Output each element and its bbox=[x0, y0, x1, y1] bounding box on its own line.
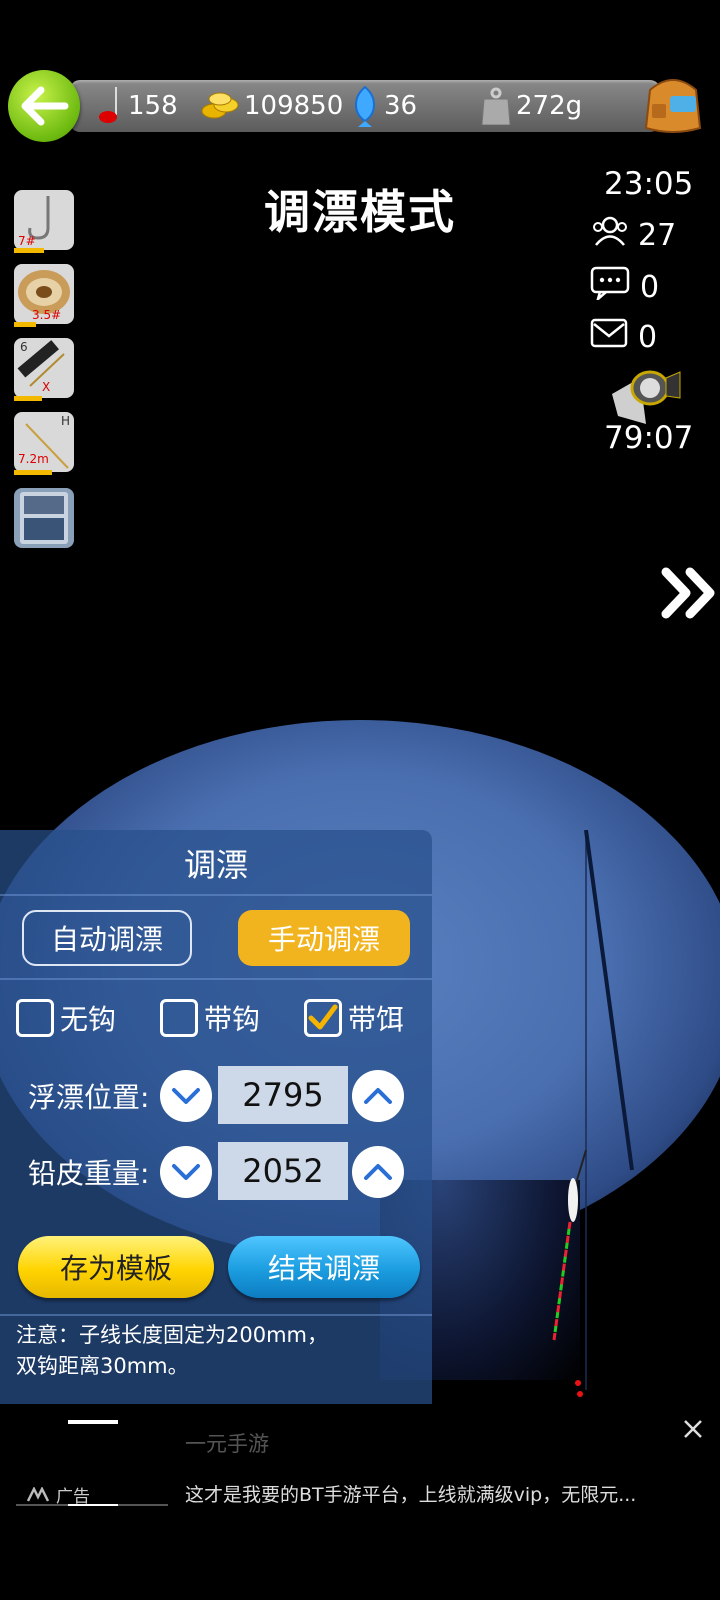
chevron-down-icon bbox=[172, 1164, 200, 1180]
option-with-bait[interactable]: 带饵 bbox=[304, 995, 404, 1041]
divider bbox=[0, 978, 432, 980]
note-line-1: 注意：子线长度固定为200mm， bbox=[16, 1323, 328, 1347]
coins-count: 109850 bbox=[244, 91, 344, 121]
hook-slot[interactable]: 7# bbox=[14, 190, 74, 250]
divider bbox=[0, 1314, 432, 1316]
ad-indicator bbox=[68, 1420, 118, 1424]
ad-close-button[interactable] bbox=[682, 1418, 704, 1444]
checkbox[interactable] bbox=[16, 999, 54, 1037]
ad-app-name: 一元手游 bbox=[185, 1432, 269, 1456]
rod-slot[interactable]: H 7.2m bbox=[14, 412, 74, 472]
note-text: 注意：子线长度固定为200mm， 双钩距离30mm。 bbox=[16, 1320, 426, 1382]
mail-icon bbox=[590, 318, 628, 356]
weight-value: 272g bbox=[516, 91, 583, 121]
lamp-timer: 79:07 bbox=[604, 420, 694, 456]
option-label: 带饵 bbox=[348, 1003, 405, 1036]
sinker-weight-value[interactable]: 2052 bbox=[218, 1142, 348, 1200]
hooks-stat: 158 bbox=[96, 87, 178, 125]
hook-durability-bar bbox=[14, 248, 44, 253]
float-red-icon bbox=[96, 87, 124, 125]
backpack-button[interactable] bbox=[640, 70, 706, 136]
headlamp-icon bbox=[612, 370, 681, 424]
bait-slot[interactable] bbox=[14, 488, 74, 548]
messages-count: 0 bbox=[640, 269, 660, 305]
option-with-hook[interactable]: 带钩 bbox=[160, 995, 260, 1041]
rod-label: 7.2m bbox=[18, 452, 49, 466]
expand-right-button[interactable] bbox=[660, 566, 718, 624]
float-position-label: 浮漂位置: bbox=[28, 1081, 150, 1114]
checkbox-checked[interactable] bbox=[304, 999, 342, 1037]
float-slot[interactable]: 6 X bbox=[14, 338, 74, 398]
weight-stat: 272g bbox=[480, 87, 583, 125]
sinker-weight-label: 铅皮重量: bbox=[28, 1157, 150, 1190]
sinker-weight-increase[interactable] bbox=[352, 1146, 404, 1198]
float-position-decrease[interactable] bbox=[160, 1070, 212, 1122]
messages[interactable]: 0 bbox=[590, 266, 659, 308]
mail[interactable]: 0 bbox=[590, 318, 657, 356]
online-users-count: 27 bbox=[638, 217, 677, 253]
sinker-weight-decrease[interactable] bbox=[160, 1146, 212, 1198]
chevron-up-icon bbox=[364, 1088, 392, 1104]
divider bbox=[0, 894, 432, 896]
fish-stat: 36 bbox=[350, 85, 418, 127]
users-icon bbox=[590, 216, 630, 254]
mail-count: 0 bbox=[638, 319, 658, 355]
line-slot[interactable]: 3.5# bbox=[14, 264, 74, 324]
ad-logo-icon bbox=[26, 1486, 50, 1502]
auto-adjust-button[interactable]: 自动调漂 bbox=[22, 910, 192, 966]
line-label: 3.5# bbox=[32, 308, 62, 322]
chat-icon bbox=[590, 266, 630, 308]
manual-adjust-button[interactable]: 手动调漂 bbox=[238, 910, 410, 966]
option-label: 带钩 bbox=[204, 1003, 261, 1036]
option-label: 无钩 bbox=[60, 1003, 117, 1036]
fish-count: 36 bbox=[384, 91, 418, 121]
float-mark: X bbox=[42, 380, 51, 394]
weight-icon bbox=[480, 87, 512, 125]
save-template-button[interactable]: 存为模板 bbox=[18, 1236, 214, 1298]
close-icon bbox=[684, 1420, 702, 1438]
rod-durability-bar bbox=[14, 470, 52, 475]
checkmark-icon bbox=[308, 1004, 338, 1030]
back-button[interactable] bbox=[8, 70, 80, 142]
hook-label: 7# bbox=[18, 234, 36, 248]
hooks-count: 158 bbox=[128, 91, 178, 121]
gold-coins-icon bbox=[200, 91, 240, 121]
coins-stat: 109850 bbox=[200, 88, 343, 124]
fishing-line-and-float bbox=[552, 830, 634, 1397]
ad-progress-fill bbox=[68, 1504, 118, 1506]
clock: 23:05 bbox=[604, 166, 694, 202]
back-arrow-icon bbox=[21, 86, 69, 126]
panel-heading: 调漂 bbox=[183, 846, 248, 884]
ad-text: 这才是我要的BT手游平台，上线就满级vip，无限元... bbox=[185, 1484, 637, 1506]
end-adjust-button[interactable]: 结束调漂 bbox=[228, 1236, 420, 1298]
float-position-value[interactable]: 2795 bbox=[218, 1066, 348, 1124]
online-users[interactable]: 27 bbox=[590, 216, 676, 254]
float-durability-bar bbox=[14, 396, 42, 401]
chevron-down-icon bbox=[172, 1088, 200, 1104]
note-line-2: 双钩距离30mm。 bbox=[16, 1354, 189, 1378]
checkbox[interactable] bbox=[160, 999, 198, 1037]
backpack-icon bbox=[644, 79, 702, 133]
chevron-up-icon bbox=[364, 1164, 392, 1180]
line-durability-bar bbox=[14, 322, 36, 327]
float-position-increase[interactable] bbox=[352, 1070, 404, 1122]
option-no-hook[interactable]: 无钩 bbox=[16, 995, 116, 1041]
double-chevron-right-icon bbox=[661, 567, 715, 619]
bait-package-icon bbox=[20, 492, 68, 544]
fish-icon bbox=[350, 85, 380, 127]
